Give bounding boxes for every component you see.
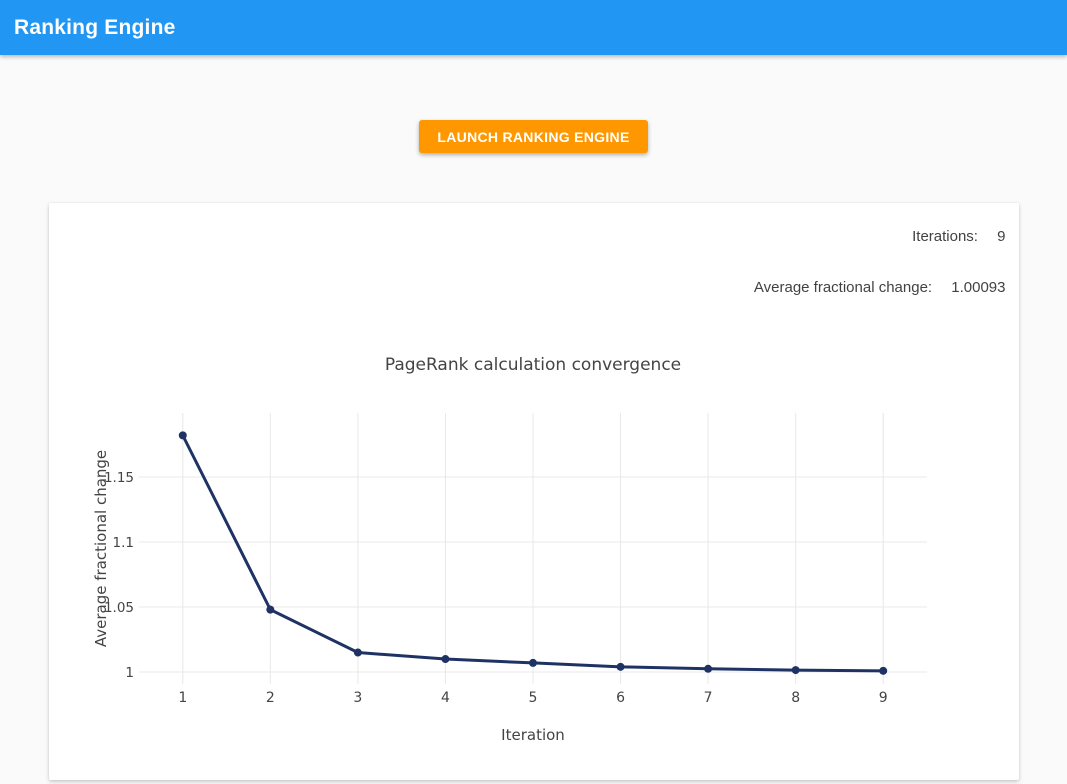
data-point: [353, 649, 361, 657]
results-card: Iterations: 9 Average fractional change:…: [49, 203, 1019, 780]
app-header: Ranking Engine: [0, 0, 1067, 55]
avg-fractional-change-value: 1.00093: [951, 280, 1005, 295]
launch-ranking-engine-button[interactable]: LAUNCH RANKING ENGINE: [419, 120, 647, 153]
x-tick-label: 8: [791, 690, 800, 706]
data-point: [879, 667, 887, 675]
data-point: [616, 663, 624, 671]
iterations-value: 9: [997, 229, 1005, 244]
data-point: [704, 665, 712, 673]
iterations-stat: Iterations: 9: [49, 229, 1019, 244]
y-tick-label: 1.1: [112, 535, 133, 551]
x-tick-label: 6: [616, 690, 625, 706]
stats-panel: Iterations: 9 Average fractional change:…: [49, 229, 1019, 295]
x-tick-label: 9: [878, 690, 887, 706]
data-point: [529, 659, 537, 667]
avg-fractional-change-stat: Average fractional change: 1.00093: [49, 280, 1019, 295]
avg-fractional-change-label: Average fractional change:: [754, 279, 932, 296]
launch-button-row: LAUNCH RANKING ENGINE: [0, 55, 1067, 153]
convergence-chart: PageRank calculation convergence11.051.1…: [49, 333, 1019, 773]
x-tick-label: 5: [528, 690, 537, 706]
chart-gridlines: [139, 413, 927, 684]
convergence-chart-svg: PageRank calculation convergence11.051.1…: [49, 333, 1019, 773]
chart-title: PageRank calculation convergence: [384, 355, 680, 375]
y-tick-label: 1: [125, 665, 134, 681]
data-point: [178, 431, 186, 439]
iterations-label: Iterations:: [912, 228, 978, 245]
app-title: Ranking Engine: [14, 16, 175, 40]
x-tick-label: 4: [440, 690, 449, 706]
x-tick-label: 3: [353, 690, 362, 706]
data-point: [791, 666, 799, 674]
x-tick-label: 2: [265, 690, 274, 706]
y-axis-title: Average fractional change: [92, 450, 110, 647]
data-point: [441, 655, 449, 663]
x-tick-label: 7: [703, 690, 712, 706]
data-point: [266, 606, 274, 614]
x-axis-title: Iteration: [501, 726, 565, 744]
x-tick-label: 1: [178, 690, 187, 706]
